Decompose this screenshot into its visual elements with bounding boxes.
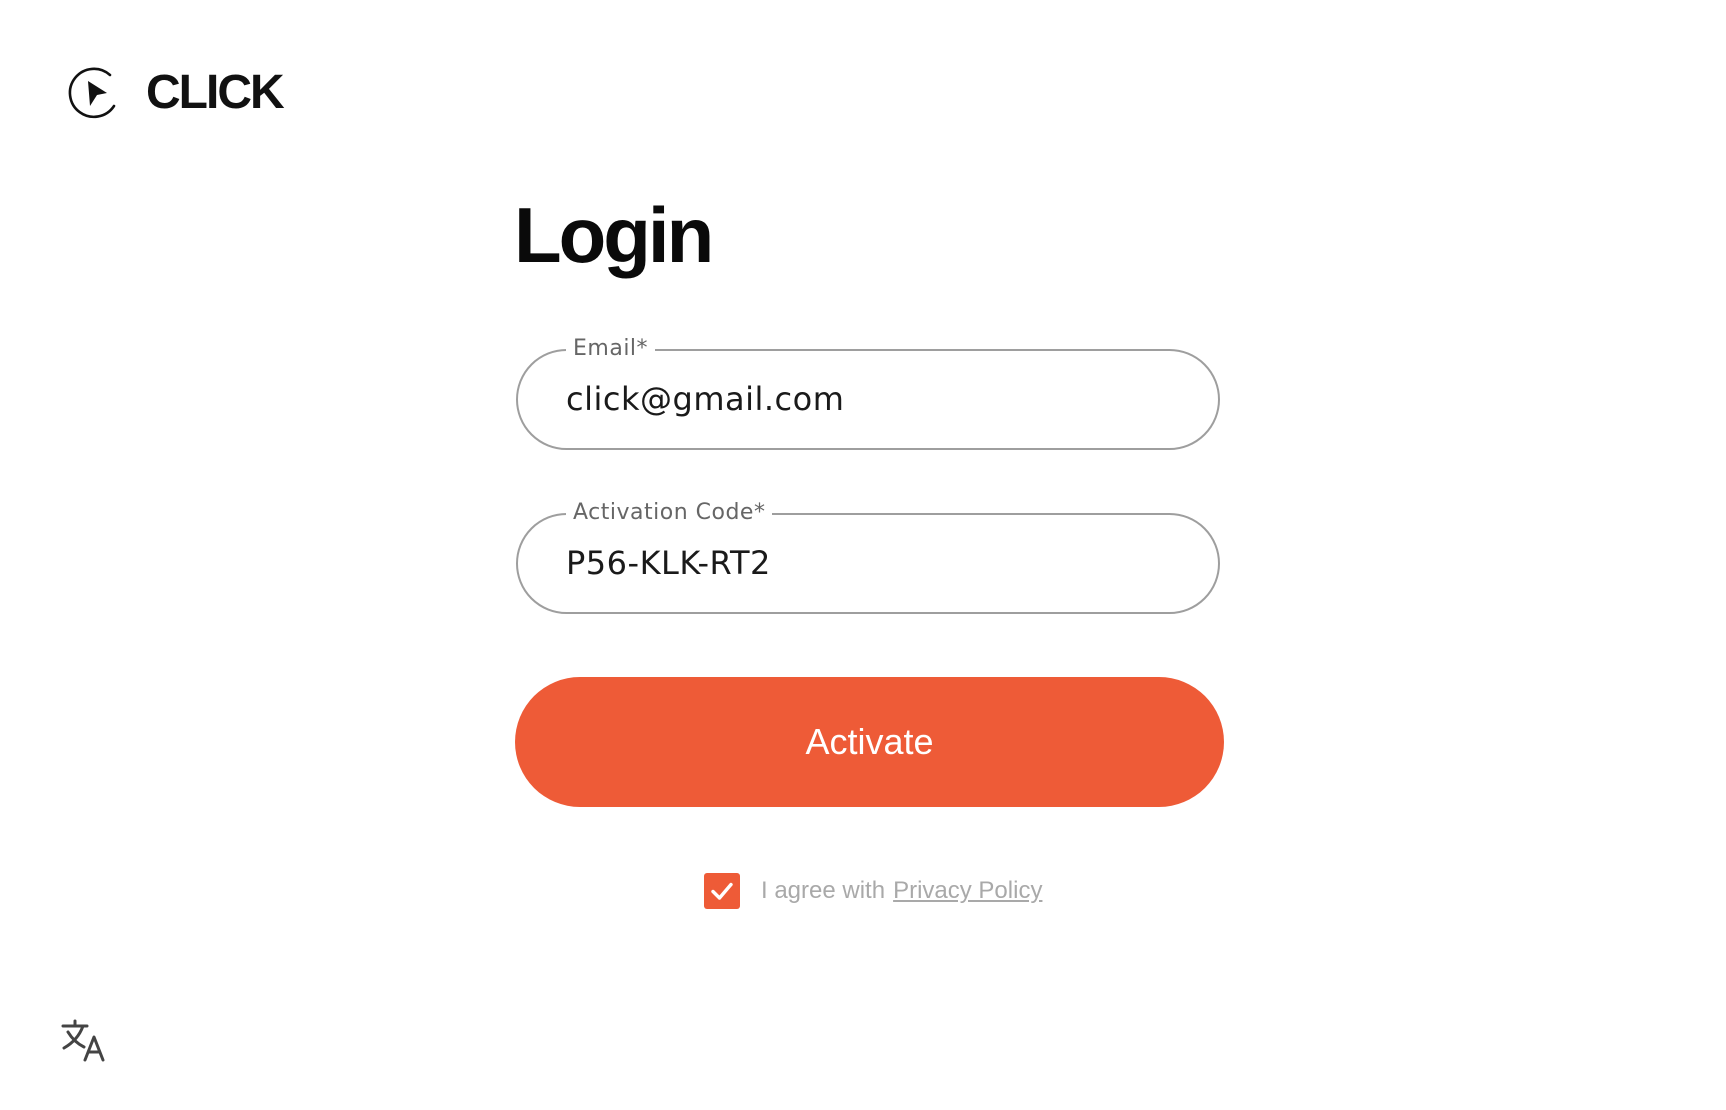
brand-logo-icon bbox=[66, 64, 124, 122]
brand-name: CLICK bbox=[146, 66, 285, 119]
activation-code-label: Activation Code* bbox=[566, 500, 773, 526]
checkmark-icon bbox=[711, 882, 733, 900]
activate-button[interactable]: Activate bbox=[515, 677, 1224, 807]
brand: CLICK bbox=[66, 64, 285, 122]
email-field[interactable]: Email* bbox=[516, 336, 1220, 450]
email-label: Email* bbox=[566, 336, 656, 362]
language-button[interactable] bbox=[60, 1018, 108, 1062]
agree-text: I agree with bbox=[761, 877, 886, 904]
privacy-policy-link[interactable]: Privacy Policy bbox=[893, 877, 1042, 905]
activation-code-field[interactable]: Activation Code* bbox=[516, 500, 1220, 614]
page-title: Login bbox=[514, 191, 714, 279]
activation-code-input[interactable] bbox=[566, 541, 1178, 585]
privacy-agreement: I agree with Privacy Policy bbox=[704, 873, 1042, 909]
translate-icon bbox=[61, 1019, 105, 1062]
email-input[interactable] bbox=[566, 377, 1178, 421]
agree-checkbox[interactable] bbox=[704, 873, 740, 909]
